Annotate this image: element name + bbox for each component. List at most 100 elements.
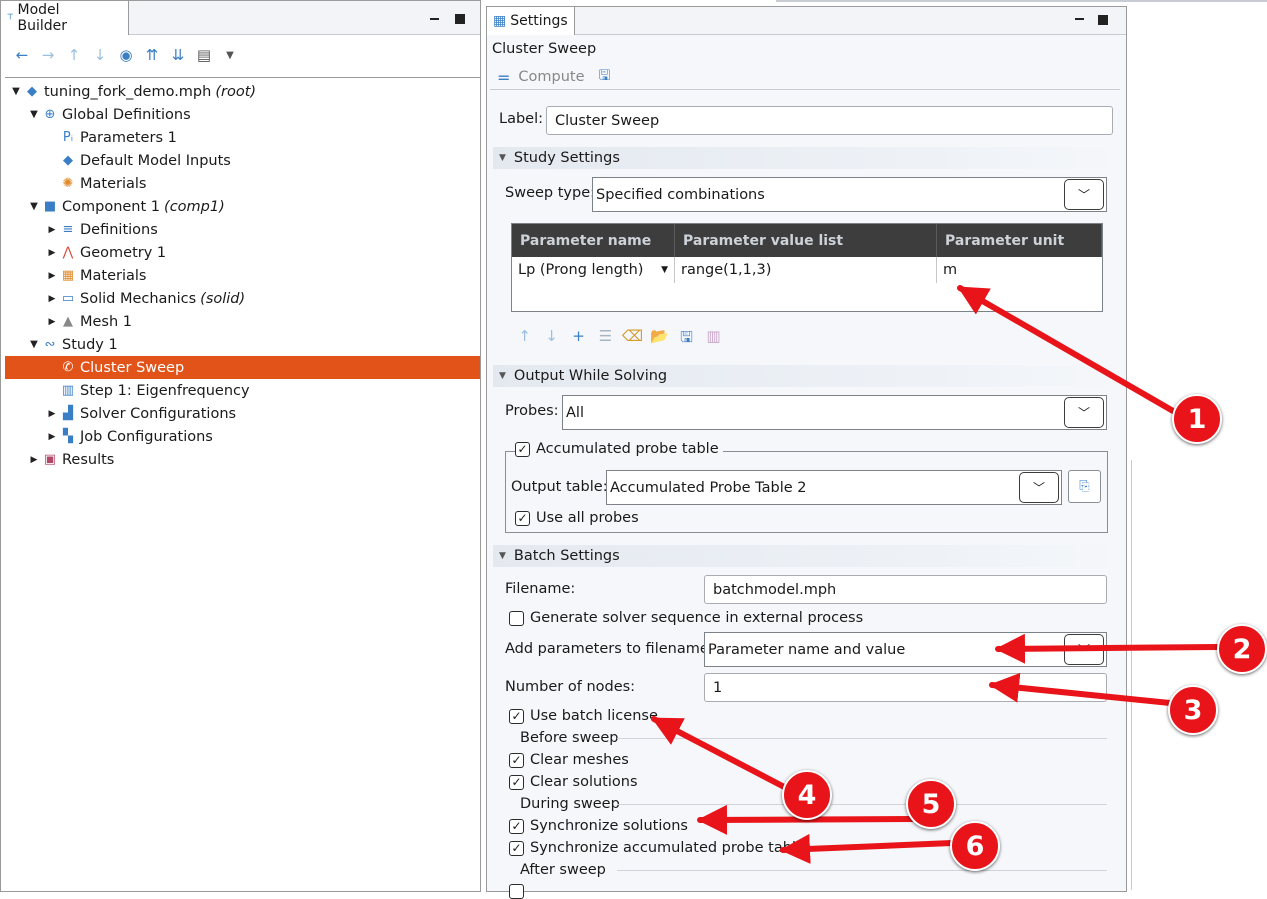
compute-icon[interactable]: = <box>497 68 510 87</box>
view-menu-icon[interactable]: ▤ <box>191 44 217 66</box>
sync-solutions-checkbox[interactable]: ✓ Synchronize solutions <box>509 818 688 834</box>
output-table-select[interactable]: Accumulated Probe Table 2 ﹀ <box>606 470 1062 505</box>
model-builder-tab[interactable]: ⸆ Model Builder <box>1 1 129 35</box>
table-save-icon[interactable]: 🖫 <box>675 327 698 352</box>
collapsed-triangle-icon[interactable]: ▶ <box>27 455 41 465</box>
maximize-icon[interactable] <box>455 14 465 24</box>
compute-button[interactable]: Compute <box>518 69 584 85</box>
checkbox-checked-icon[interactable]: ✓ <box>509 752 524 768</box>
probes-select[interactable]: All ﹀ <box>562 395 1107 430</box>
chevron-down-icon[interactable]: ﹀ <box>1064 397 1104 428</box>
chevron-down-icon[interactable]: ﹀ <box>1064 179 1104 210</box>
collapsed-triangle-icon[interactable]: ▶ <box>45 294 59 304</box>
tree-node-default-model-inputs[interactable]: ◆ Default Model Inputs <box>5 149 480 172</box>
checkbox-checked-icon[interactable]: ✓ <box>515 441 530 457</box>
tree-node-job-configurations[interactable]: ▶ ▚ Job Configurations <box>5 425 480 448</box>
accumulated-probe-checkbox[interactable]: ✓ Accumulated probe table <box>515 441 723 457</box>
go-to-source-icon[interactable]: ⎘ <box>1068 470 1101 503</box>
checkbox-checked-icon[interactable] <box>509 884 524 899</box>
collapsed-triangle-icon[interactable]: ▶ <box>45 317 59 327</box>
tree-node-parameters-1[interactable]: Pᵢ Parameters 1 <box>5 126 480 149</box>
checkbox-checked-icon[interactable]: ✓ <box>515 510 530 526</box>
chevron-down-icon[interactable]: ﹀ <box>1019 472 1059 503</box>
tree-node-cluster-sweep[interactable]: ✆ Cluster Sweep <box>5 356 480 379</box>
checkbox-checked-icon[interactable]: ✓ <box>509 774 524 790</box>
checkbox-checked-icon[interactable]: ✓ <box>509 708 524 724</box>
clear-solutions-checkbox[interactable]: ✓ Clear solutions <box>509 774 638 790</box>
use-all-probes-label: Use all probes <box>536 510 639 526</box>
table-clear-icon[interactable]: ⌫ <box>621 327 644 352</box>
checkbox-checked-icon[interactable]: ✓ <box>509 840 524 856</box>
cell-dropdown-icon[interactable]: ▼ <box>661 265 668 275</box>
collapsed-triangle-icon[interactable]: ▶ <box>45 432 59 442</box>
table-delete-icon[interactable]: ☰ <box>594 327 617 352</box>
settings-maximize-icon[interactable] <box>1098 15 1108 25</box>
show-icon[interactable]: ◉ <box>113 44 139 66</box>
tree-node-solver-configurations[interactable]: ▶ ▟ Solver Configurations <box>5 402 480 425</box>
move-up-icon[interactable]: ↑ <box>61 44 87 66</box>
use-batch-license-checkbox[interactable]: ✓ Use batch license <box>509 708 658 724</box>
forward-arrow-icon[interactable]: → <box>35 44 61 66</box>
tree-node-label: Solver Configurations <box>80 405 237 422</box>
output-while-solving-header[interactable]: ▼ Output While Solving <box>493 365 1117 387</box>
expanded-triangle-icon[interactable]: ▼ <box>27 109 41 120</box>
tree-node-tuning-fork-demo-mph[interactable]: ▼ ◆ tuning_fork_demo.mph (root) <box>5 80 480 103</box>
chevron-down-icon[interactable]: ﹀ <box>1064 634 1104 665</box>
clear-solutions-label: Clear solutions <box>530 774 638 790</box>
tree-node-materials[interactable]: ▶ ▦ Materials <box>5 264 480 287</box>
tree-node-materials[interactable]: ✺ Materials <box>5 172 480 195</box>
sweep-type-select[interactable]: Specified combinations ﹀ <box>592 177 1107 212</box>
back-arrow-icon[interactable]: ← <box>9 44 35 66</box>
filename-input[interactable]: batchmodel.mph <box>704 575 1107 604</box>
generate-solver-checkbox[interactable]: Generate solver sequence in external pro… <box>509 610 863 626</box>
sync-probe-table-checkbox[interactable]: ✓ Synchronize accumulated probe table <box>509 840 805 856</box>
nodes-input[interactable]: 1 <box>704 673 1107 702</box>
minimize-icon[interactable] <box>430 18 439 20</box>
table-move-down-icon[interactable]: ↓ <box>540 327 563 352</box>
partial-checkbox[interactable] <box>509 884 524 899</box>
parameter-name-cell[interactable]: Lp (Prong length) ▼ <box>512 257 675 283</box>
collapse-all-icon[interactable]: ⇊ <box>165 44 191 66</box>
expanded-triangle-icon[interactable]: ▼ <box>27 201 41 212</box>
tree-node-mesh-1[interactable]: ▶ ▲ Mesh 1 <box>5 310 480 333</box>
table-add-icon[interactable]: + <box>567 327 590 352</box>
expanded-triangle-icon[interactable]: ▼ <box>27 339 41 350</box>
add-params-select[interactable]: Parameter name and value ﹀ <box>704 632 1107 667</box>
tree-node-definitions[interactable]: ▶ ≡ Definitions <box>5 218 480 241</box>
move-down-icon[interactable]: ↓ <box>87 44 113 66</box>
checkbox-checked-icon[interactable]: ✓ <box>509 818 524 834</box>
batch-settings-header[interactable]: ▼ Batch Settings <box>493 545 1117 567</box>
save-icon[interactable]: 🖫 <box>599 65 611 89</box>
collapsed-triangle-icon[interactable]: ▶ <box>45 409 59 419</box>
table-move-up-icon[interactable]: ↑ <box>513 327 536 352</box>
label-input[interactable]: Cluster Sweep <box>546 106 1113 135</box>
tree-node-geometry-1[interactable]: ▶ ⋀ Geometry 1 <box>5 241 480 264</box>
settings-tab[interactable]: ▦ Settings <box>487 7 575 35</box>
tree-node-step-1-eigenfrequency[interactable]: ▥ Step 1: Eigenfrequency <box>5 379 480 402</box>
table-row[interactable]: Lp (Prong length) ▼ range(1,1,3) m <box>512 257 1102 283</box>
tree-node-study-1[interactable]: ▼ ∾ Study 1 <box>5 333 480 356</box>
settings-minimize-icon[interactable] <box>1075 18 1084 20</box>
expanded-triangle-icon[interactable]: ▼ <box>9 86 23 97</box>
collapsed-triangle-icon[interactable]: ▶ <box>45 225 59 235</box>
parameter-unit-cell[interactable]: m <box>937 257 1102 283</box>
col-parameter-unit[interactable]: Parameter unit <box>937 224 1102 257</box>
table-open-icon[interactable]: 📂 <box>648 327 671 352</box>
checkbox-unchecked-icon[interactable] <box>509 610 524 626</box>
col-parameter-name[interactable]: Parameter name <box>512 224 675 257</box>
tree-node-results[interactable]: ▶ ▣ Results <box>5 448 480 471</box>
view-dropdown-icon[interactable]: ▼ <box>217 44 243 66</box>
tree-node-global-definitions[interactable]: ▼ ⊕ Global Definitions <box>5 103 480 126</box>
collapsed-triangle-icon[interactable]: ▶ <box>45 271 59 281</box>
tree-node-component-1[interactable]: ▼ ■ Component 1 (comp1) <box>5 195 480 218</box>
collapsed-triangle-icon[interactable]: ▶ <box>45 248 59 258</box>
col-parameter-value-list[interactable]: Parameter value list <box>675 224 937 257</box>
expand-all-icon[interactable]: ⇈ <box>139 44 165 66</box>
clear-meshes-checkbox[interactable]: ✓ Clear meshes <box>509 752 629 768</box>
study-settings-header[interactable]: ▼ Study Settings <box>493 147 1117 169</box>
table-chart-icon[interactable]: ▥ <box>702 327 725 352</box>
tree-node-solid-mechanics[interactable]: ▶ ▭ Solid Mechanics (solid) <box>5 287 480 310</box>
parameter-value-cell[interactable]: range(1,1,3) <box>675 257 937 283</box>
tree-node-label: Default Model Inputs <box>80 152 231 169</box>
use-all-probes-checkbox[interactable]: ✓ Use all probes <box>515 510 639 526</box>
